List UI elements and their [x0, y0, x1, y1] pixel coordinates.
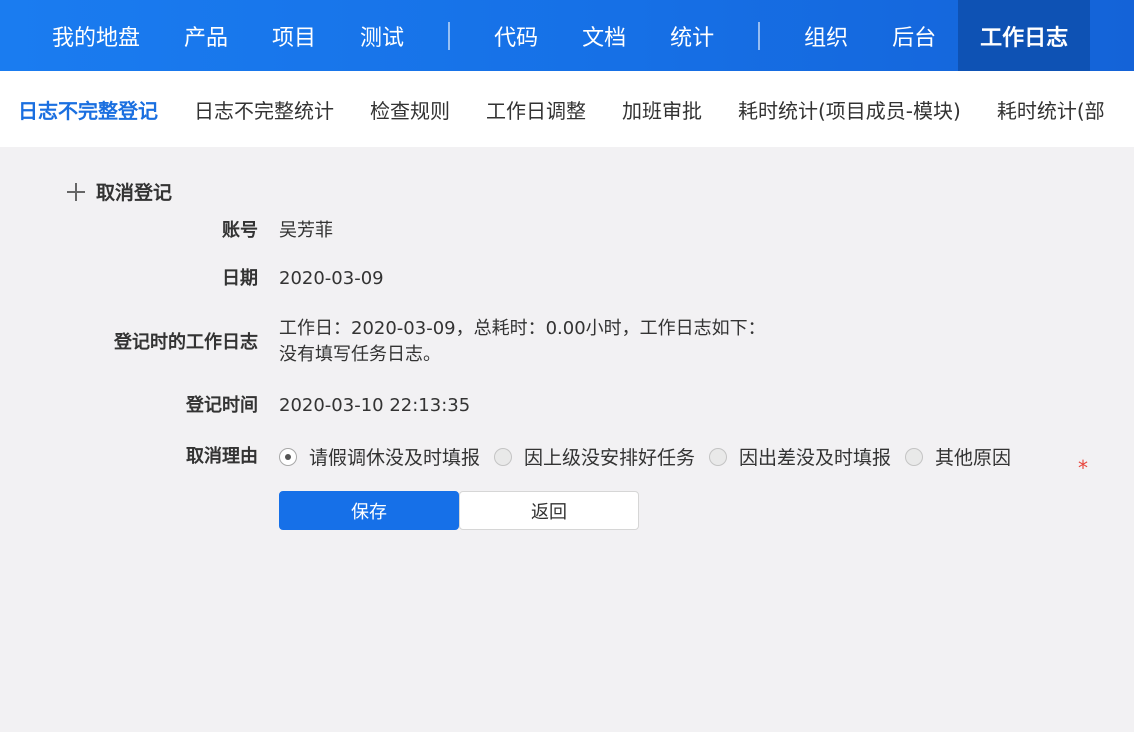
nav-item-worklog[interactable]: 工作日志 — [958, 0, 1091, 71]
reason-radio-business-trip[interactable]: 因出差没及时填报 — [709, 443, 891, 470]
nav-left-padding — [0, 0, 30, 71]
account-row: 账号 吴芳菲 — [0, 218, 333, 244]
nav-item-org[interactable]: 组织 — [782, 0, 870, 71]
nav-item-doc[interactable]: 文档 — [560, 0, 648, 71]
subnav-item-time-stats-member-module[interactable]: 耗时统计(项目成员-模块) — [720, 95, 979, 124]
worklog-line-2: 没有填写任务日志。 — [279, 344, 441, 365]
radio-checked-icon[interactable] — [279, 447, 297, 466]
reason-radio-group: 请假调休没及时填报 因上级没安排好任务 因出差没及时填报 其他原因 — [279, 443, 1025, 470]
nav-item-admin[interactable]: 后台 — [870, 0, 958, 71]
required-mark: * — [1078, 456, 1088, 480]
plus-icon — [66, 182, 86, 202]
subnav-item-check-rules[interactable]: 检查规则 — [352, 95, 468, 124]
nav-item-stats[interactable]: 统计 — [648, 0, 736, 71]
register-time-row: 登记时间 2020-03-10 22:13:35 — [0, 393, 470, 419]
date-row: 日期 2020-03-09 — [0, 266, 384, 292]
subnav-item-overtime-approval[interactable]: 加班审批 — [604, 95, 720, 124]
reason-row: 取消理由 请假调休没及时填报 因上级没安排好任务 因出差没及时填报 其他原因 — [0, 443, 1025, 470]
subnav-item-workday-adjust[interactable]: 工作日调整 — [468, 95, 604, 124]
nav-item-code[interactable]: 代码 — [472, 0, 560, 71]
form-title-text: 取消登记 — [96, 182, 173, 204]
date-label: 日期 — [222, 268, 258, 289]
date-value: 2020-03-09 — [279, 268, 384, 289]
nav-item-my-home[interactable]: 我的地盘 — [30, 0, 162, 71]
save-button[interactable]: 保存 — [279, 491, 459, 530]
account-value: 吴芳菲 — [279, 220, 333, 241]
reason-radio-label: 其他原因 — [935, 447, 1012, 469]
back-button[interactable]: 返回 — [459, 491, 639, 530]
nav-item-project[interactable]: 项目 — [250, 0, 338, 71]
top-navigation: 我的地盘 产品 项目 测试 代码 文档 统计 组织 后台 工作日志 — [0, 0, 1134, 71]
reason-radio-no-task[interactable]: 因上级没安排好任务 — [494, 443, 695, 470]
register-time-value: 2020-03-10 22:13:35 — [279, 395, 471, 416]
reason-radio-leave[interactable]: 请假调休没及时填报 — [279, 443, 480, 470]
worklog-value: 工作日：2020-03-09，总耗时：0.00小时，工作日志如下： 没有填写任务… — [279, 316, 766, 368]
nav-separator — [758, 21, 761, 50]
sub-navigation: 日志不完整登记 日志不完整统计 检查规则 工作日调整 加班审批 耗时统计(项目成… — [0, 71, 1134, 147]
radio-unchecked-icon[interactable] — [905, 447, 924, 466]
radio-unchecked-icon[interactable] — [709, 447, 728, 466]
nav-item-product[interactable]: 产品 — [162, 0, 250, 71]
account-label: 账号 — [222, 220, 258, 241]
register-time-label: 登记时间 — [186, 395, 258, 416]
reason-radio-label: 请假调休没及时填报 — [309, 447, 481, 469]
worklog-line-1: 工作日：2020-03-09，总耗时：0.00小时，工作日志如下： — [279, 318, 766, 339]
worklog-label: 登记时的工作日志 — [114, 332, 258, 353]
nav-separator — [448, 21, 451, 50]
reason-radio-other[interactable]: 其他原因 — [905, 443, 1011, 470]
reason-label: 取消理由 — [186, 445, 258, 467]
subnav-item-incomplete-register[interactable]: 日志不完整登记 — [0, 95, 176, 124]
radio-unchecked-icon[interactable] — [494, 447, 513, 466]
nav-item-test[interactable]: 测试 — [338, 0, 426, 71]
subnav-item-time-stats-dept[interactable]: 耗时统计(部 — [979, 95, 1123, 124]
reason-radio-label: 因出差没及时填报 — [739, 447, 892, 469]
reason-radio-label: 因上级没安排好任务 — [524, 447, 696, 469]
form-title: 取消登记 — [66, 178, 172, 205]
subnav-item-incomplete-stats[interactable]: 日志不完整统计 — [176, 95, 352, 124]
worklog-row: 登记时的工作日志 工作日：2020-03-09，总耗时：0.00小时，工作日志如… — [0, 316, 766, 368]
